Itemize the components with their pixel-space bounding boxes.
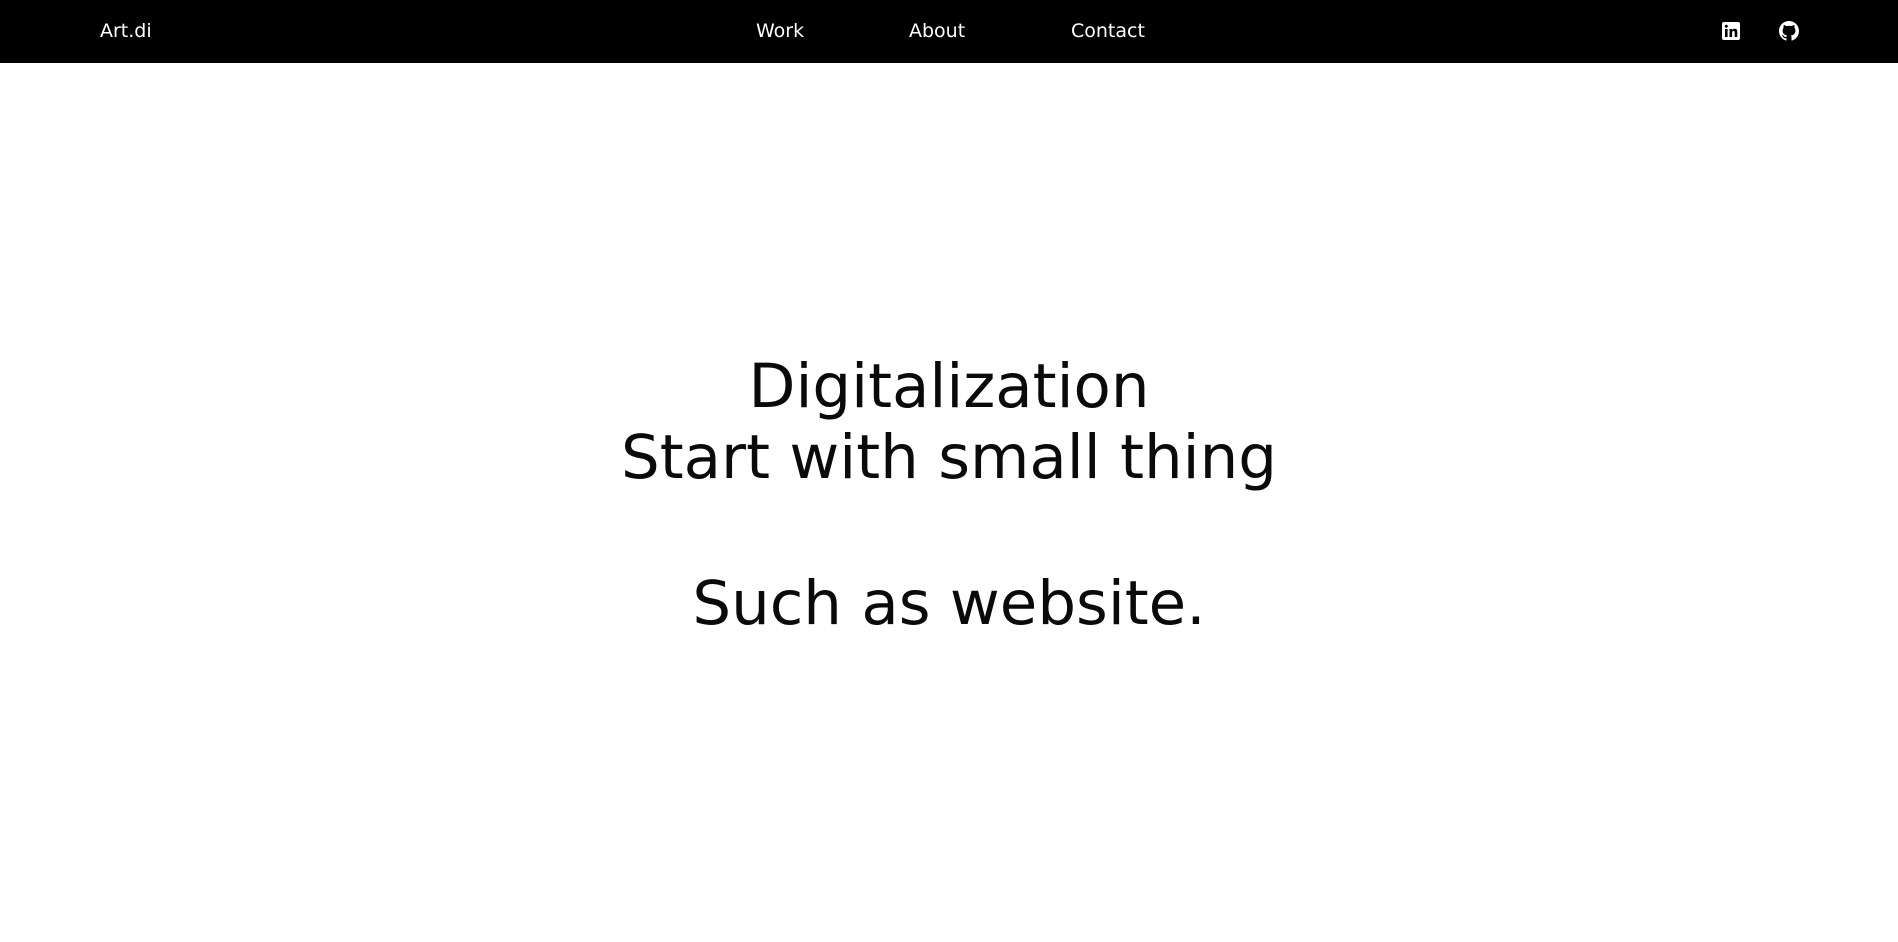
nav-link-work[interactable]: Work: [756, 0, 804, 63]
main-nav: Work About Contact: [0, 0, 1898, 63]
hero-title: Digitalization: [748, 351, 1150, 422]
nav-link-contact[interactable]: Contact: [1071, 0, 1145, 63]
brand-logo-link[interactable]: Art.di: [100, 0, 152, 63]
hero-tagline: Such as website.: [692, 568, 1206, 639]
hero-section: Digitalization Start with small thing Su…: [0, 63, 1898, 942]
top-navbar: Art.di Work About Contact: [0, 0, 1898, 63]
linkedin-icon: [1721, 21, 1741, 41]
hero-subtitle: Start with small thing: [621, 422, 1277, 493]
linkedin-link[interactable]: [1721, 21, 1741, 41]
github-link[interactable]: [1779, 21, 1799, 41]
github-icon: [1779, 21, 1799, 41]
nav-link-about[interactable]: About: [909, 0, 965, 63]
